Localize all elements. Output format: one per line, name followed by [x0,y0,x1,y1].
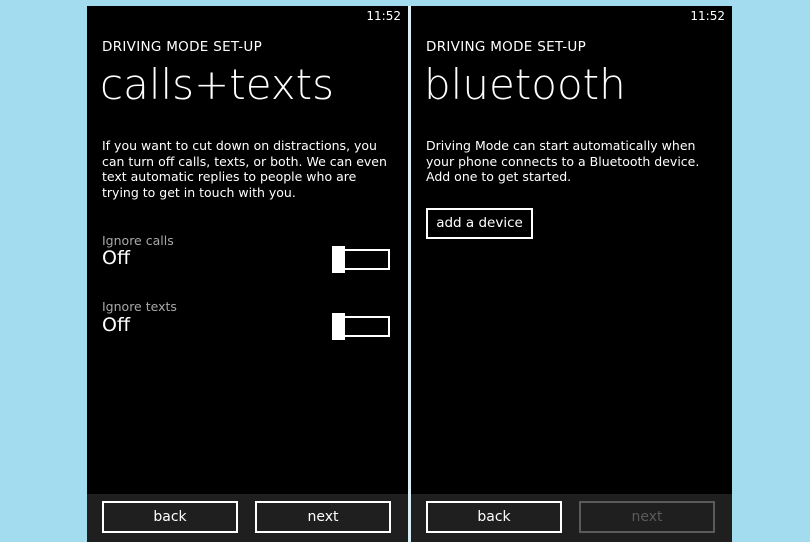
phone-screen-calls-texts: 11:52 DRIVING MODE SET-UP calls+texts If… [87,6,408,542]
description-text: Driving Mode can start automatically whe… [426,138,700,184]
back-button[interactable]: back [426,501,562,533]
ignore-calls-toggle[interactable] [332,246,390,273]
description-text: If you want to cut down on distractions,… [102,138,387,200]
ignore-texts-label: Ignore texts [102,299,177,314]
phone-screen-bluetooth: 11:52 DRIVING MODE SET-UP bluetooth Driv… [411,6,732,542]
app-bar: back next [411,494,732,542]
page-title: bluetooth [424,60,626,109]
setup-heading: DRIVING MODE SET-UP [102,39,263,55]
app-bar: back next [87,494,408,542]
add-device-button[interactable]: add a device [426,208,533,239]
back-button[interactable]: back [102,501,238,533]
ignore-calls-value: Off [102,247,131,269]
setup-heading: DRIVING MODE SET-UP [426,39,587,55]
ignore-calls-label: Ignore calls [102,233,174,248]
status-bar-time: 11:52 [366,9,401,23]
next-button[interactable]: next [255,501,391,533]
page-title: calls+texts [100,60,335,109]
status-bar-time: 11:52 [690,9,725,23]
ignore-texts-toggle[interactable] [332,313,390,340]
toggle-thumb [332,246,345,273]
next-button-disabled: next [579,501,715,533]
ignore-texts-value: Off [102,314,131,336]
toggle-thumb [332,313,345,340]
